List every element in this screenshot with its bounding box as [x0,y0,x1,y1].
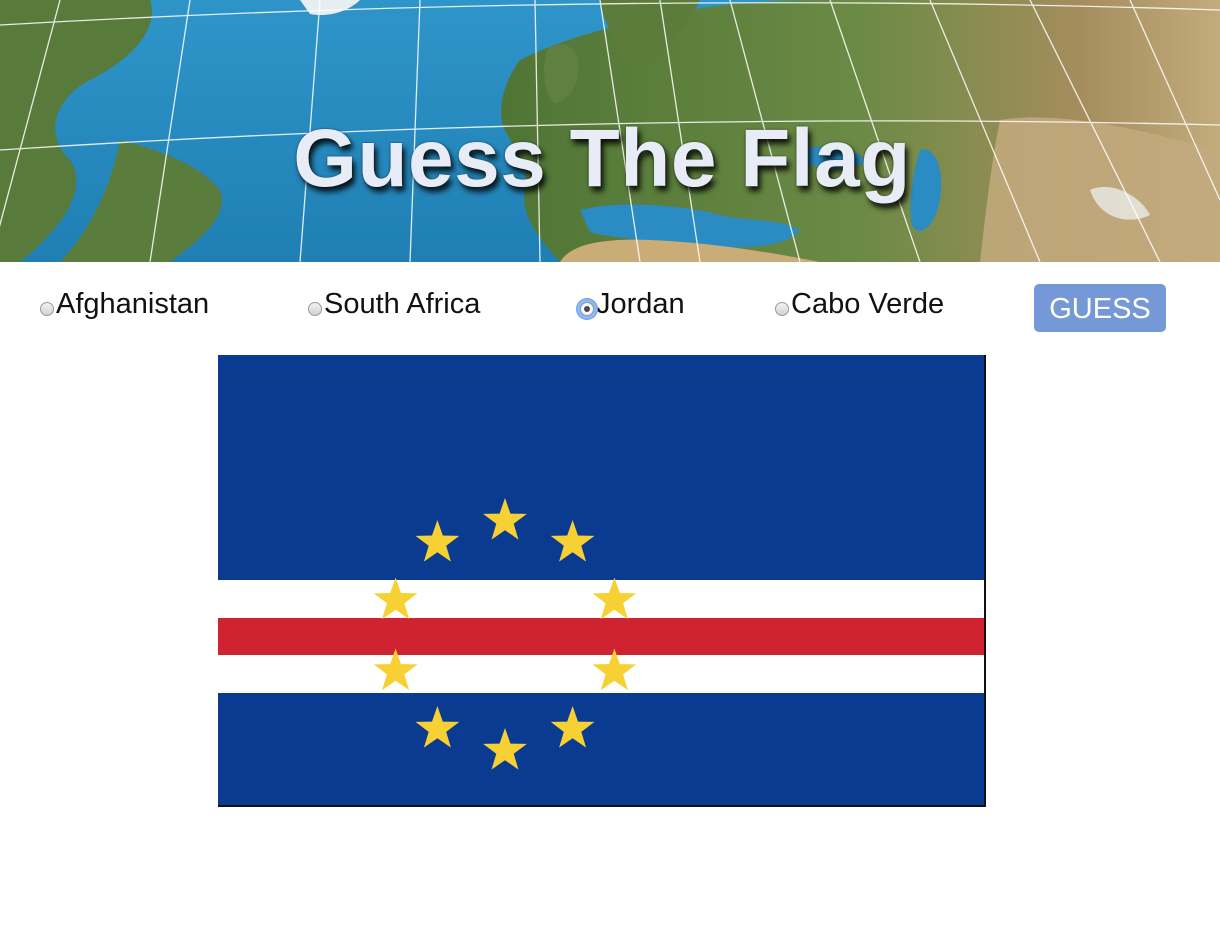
cabo-verde-flag [218,355,984,805]
option-cabo-verde[interactable]: Cabo Verde [775,284,944,324]
header-banner: Guess The Flag [0,0,1220,262]
radio-button[interactable] [40,302,54,316]
option-label: South Africa [324,287,481,320]
flag-image [218,355,986,807]
answer-options: Afghanistan South Africa Jordan Cabo Ver… [0,262,1220,352]
option-afghanistan[interactable]: Afghanistan [40,284,209,324]
guess-button[interactable]: GUESS [1034,284,1166,332]
option-label: Jordan [596,287,685,320]
radio-button[interactable] [775,302,789,316]
page-title: Guess The Flag [293,113,911,204]
flag-red-stripe [218,618,984,655]
radio-button[interactable] [308,302,322,316]
radio-dot [584,306,590,312]
option-label: Afghanistan [56,287,210,320]
option-jordan[interactable]: Jordan [580,284,685,324]
option-south-africa[interactable]: South Africa [308,284,480,324]
radio-button-selected[interactable] [580,302,594,316]
option-label: Cabo Verde [791,287,945,320]
